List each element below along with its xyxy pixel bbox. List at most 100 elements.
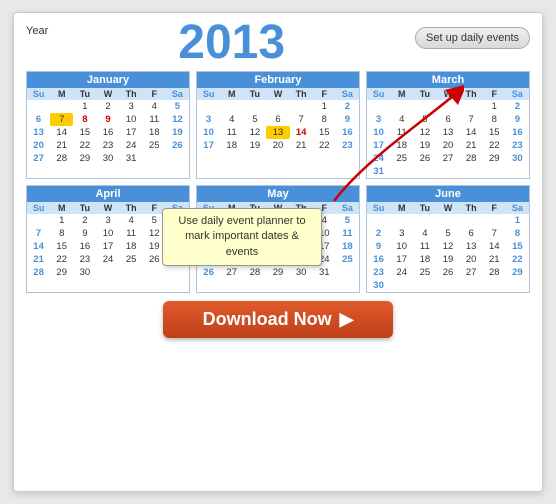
year-label: Year — [26, 25, 48, 37]
calendar-day: 25 — [390, 152, 413, 165]
calendar-day: 18 — [390, 139, 413, 152]
calendar-day: 1 — [506, 214, 529, 227]
calendar-day: 15 — [506, 240, 529, 253]
calendar-day: 3 — [390, 227, 413, 240]
calendar-day — [390, 214, 413, 227]
day-header: F — [143, 88, 166, 100]
calendar-day: 4 — [220, 113, 243, 126]
calendar-day: 7 — [27, 227, 50, 240]
day-header: M — [390, 88, 413, 100]
calendar-day: 11 — [120, 227, 143, 240]
calendar-day — [243, 100, 266, 113]
calendar-february: FebruarySuMTuWThFSa123456789101112131415… — [196, 71, 360, 179]
calendar-day: 16 — [73, 240, 96, 253]
calendars-grid: JanuarySuMTuWThFSa1234567891011121314151… — [26, 71, 530, 179]
tooltip-box: Use daily event planner to mark importan… — [162, 208, 322, 266]
calendar-day: 15 — [483, 126, 506, 139]
calendar-day: 30 — [367, 279, 390, 292]
calendar-day — [290, 100, 313, 113]
calendar-day: 9 — [73, 227, 96, 240]
calendar-day: 21 — [460, 139, 483, 152]
calendar-day: 29 — [483, 152, 506, 165]
day-header: Th — [120, 88, 143, 100]
day-header: Tu — [413, 202, 436, 214]
calendar-day: 1 — [483, 100, 506, 113]
calendar-day: 17 — [96, 240, 119, 253]
day-header: W — [96, 202, 119, 214]
main-container: Year 2013 Set up daily events Use daily … — [13, 12, 543, 492]
calendar-day: 7 — [483, 227, 506, 240]
calendar-day: 17 — [367, 139, 390, 152]
calendar-day: 11 — [390, 126, 413, 139]
day-header: Sa — [506, 88, 529, 100]
setup-daily-events-button[interactable]: Set up daily events — [415, 27, 530, 49]
calendar-day: 16 — [367, 253, 390, 266]
calendar-day: 5 — [413, 113, 436, 126]
day-header: Tu — [413, 88, 436, 100]
calendar-day: 21 — [50, 139, 73, 152]
day-header: Sa — [336, 202, 359, 214]
calendar-day: 23 — [367, 266, 390, 279]
day-header: M — [220, 88, 243, 100]
calendar-day: 11 — [143, 113, 166, 126]
calendar-day: 11 — [220, 126, 243, 139]
calendar-day: 10 — [367, 126, 390, 139]
download-button[interactable]: Download Now ▶ — [163, 301, 394, 338]
calendar-day: 16 — [336, 126, 359, 139]
calendar-day: 25 — [120, 253, 143, 266]
calendar-day — [436, 100, 459, 113]
calendar-day — [436, 279, 459, 292]
calendar-day: 26 — [166, 139, 189, 152]
calendar-day: 3 — [120, 100, 143, 113]
calendar-day — [413, 279, 436, 292]
download-label: Download Now — [203, 309, 332, 330]
calendar-day — [413, 100, 436, 113]
calendar-day: 14 — [27, 240, 50, 253]
calendar-day: 15 — [50, 240, 73, 253]
calendar-day: 22 — [73, 139, 96, 152]
calendar-day: 14 — [290, 126, 313, 139]
calendar-day: 22 — [506, 253, 529, 266]
calendar-day: 7 — [460, 113, 483, 126]
calendar-day: 22 — [50, 253, 73, 266]
calendar-day: 8 — [73, 113, 96, 126]
calendar-day: 5 — [436, 227, 459, 240]
calendar-day: 25 — [143, 139, 166, 152]
calendar-day: 22 — [483, 139, 506, 152]
calendar-table: SuMTuWThFSa12345678910111213141516171819… — [367, 88, 529, 178]
calendar-day: 17 — [197, 139, 220, 152]
calendar-day: 28 — [50, 152, 73, 165]
calendar-day: 6 — [460, 227, 483, 240]
calendar-day: 12 — [166, 113, 189, 126]
calendar-day: 4 — [413, 227, 436, 240]
calendar-day: 2 — [506, 100, 529, 113]
calendar-day: 12 — [243, 126, 266, 139]
top-row: Year 2013 Set up daily events — [26, 23, 530, 67]
calendar-day: 11 — [413, 240, 436, 253]
calendar-day: 29 — [266, 266, 289, 279]
calendar-day: 30 — [73, 266, 96, 279]
calendar-day: 31 — [313, 266, 336, 279]
calendar-day: 7 — [50, 113, 73, 126]
calendar-day: 20 — [460, 253, 483, 266]
calendar-day: 21 — [290, 139, 313, 152]
calendar-day — [506, 279, 529, 292]
calendar-day: 27 — [436, 152, 459, 165]
calendar-day — [313, 152, 336, 154]
day-header: Su — [27, 88, 50, 100]
calendar-day — [336, 266, 359, 279]
calendar-day: 20 — [27, 139, 50, 152]
calendar-day: 21 — [27, 253, 50, 266]
day-header: Su — [367, 202, 390, 214]
download-section: Download Now ▶ — [26, 301, 530, 338]
calendar-day: 2 — [367, 227, 390, 240]
calendar-day: 21 — [483, 253, 506, 266]
calendar-table: SuMTuWThFSa12345678910111213141516171819… — [27, 88, 189, 165]
calendar-table: SuMTuWThFSa12345678910111213141516171819… — [367, 202, 529, 292]
calendar-day: 27 — [220, 266, 243, 279]
calendar-day — [266, 152, 289, 154]
day-header: W — [436, 202, 459, 214]
calendar-day: 18 — [120, 240, 143, 253]
calendar-day: 30 — [96, 152, 119, 165]
calendar-day: 20 — [436, 139, 459, 152]
